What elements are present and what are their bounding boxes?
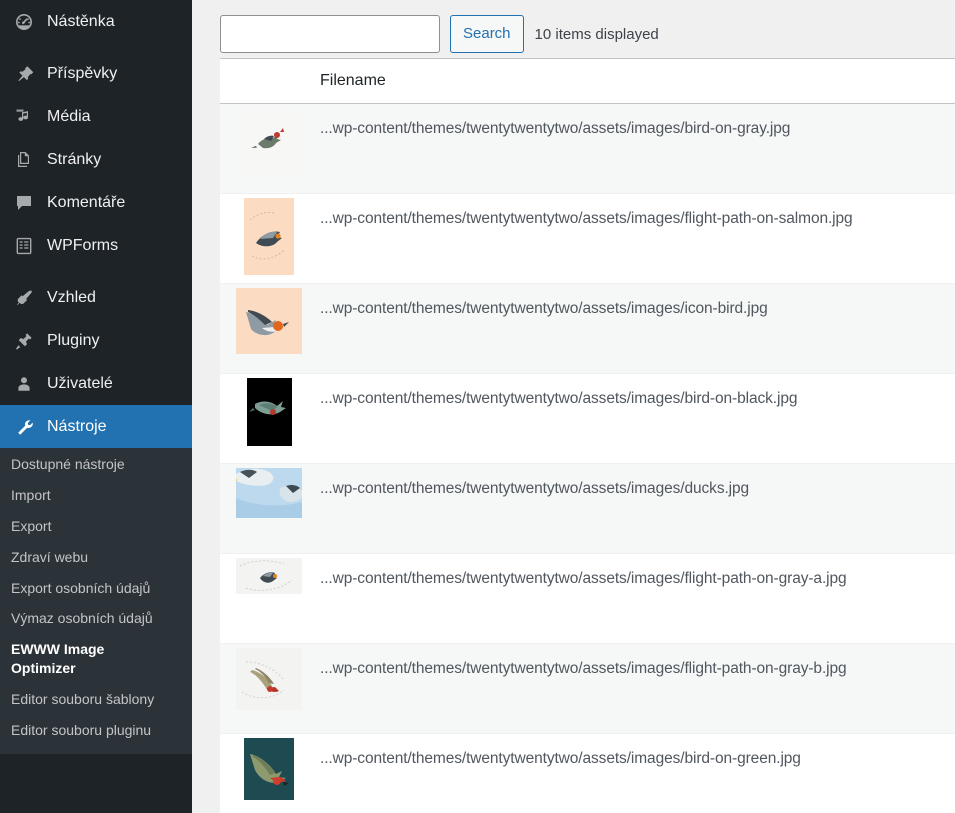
wpforms-icon xyxy=(11,235,36,257)
cell-filename: ...wp-content/themes/twentytwentytwo/ass… xyxy=(320,750,801,767)
cell-filename: ...wp-content/themes/twentytwentytwo/ass… xyxy=(320,120,791,137)
cell-thumbnail xyxy=(220,104,318,193)
submenu-item-zdrav-webu[interactable]: Zdraví webu xyxy=(0,542,192,573)
submenu-item-editor-souboru-pluginu[interactable]: Editor souboru pluginu xyxy=(0,715,192,746)
sidebar-item-wpforms[interactable]: WPForms xyxy=(0,224,192,267)
pages-icon xyxy=(11,149,36,171)
image-thumbnail xyxy=(236,108,302,174)
sidebar-item-label: Příspěvky xyxy=(47,64,118,82)
sidebar-item-label: Uživatelé xyxy=(47,374,113,392)
media-icon xyxy=(11,106,36,128)
table-header-filename: Filename xyxy=(320,72,386,89)
table-row[interactable]: ...wp-content/themes/twentytwentytwo/ass… xyxy=(220,644,955,734)
sidebar-item-label: Pluginy xyxy=(47,331,100,349)
submenu-item-dostupn-n-stroje[interactable]: Dostupné nástroje xyxy=(0,449,192,480)
cell-thumbnail xyxy=(220,374,318,463)
sidebar-item-koment-e[interactable]: Komentáře xyxy=(0,181,192,224)
sidebar-item-label: Média xyxy=(47,107,91,125)
sidebar-item-label: Stránky xyxy=(47,150,102,168)
table-row[interactable]: ...wp-content/themes/twentytwentytwo/ass… xyxy=(220,554,955,644)
cell-thumbnail xyxy=(220,734,318,813)
submenu-item-export-osobn-ch-daj-[interactable]: Export osobních údajů xyxy=(0,573,192,604)
sidebar-item-vzhled[interactable]: Vzhled xyxy=(0,276,192,319)
users-icon xyxy=(11,373,36,395)
sidebar-item-label: Nástroje xyxy=(47,417,107,435)
cell-thumbnail xyxy=(220,554,318,643)
submenu-item-editor-souboru-ablony[interactable]: Editor souboru šablony xyxy=(0,684,192,715)
main-content: Search 10 items displayed Filename ...wp… xyxy=(192,0,955,813)
sidebar-item-p-sp-vky[interactable]: Příspěvky xyxy=(0,52,192,95)
table-row[interactable]: ...wp-content/themes/twentytwentytwo/ass… xyxy=(220,194,955,284)
cell-thumbnail xyxy=(220,464,318,553)
sidebar-item-label: WPForms xyxy=(47,236,119,254)
sidebar-item-label: Vzhled xyxy=(47,288,96,306)
cell-thumbnail xyxy=(220,644,318,733)
submenu-item-ewww-image-optimizer[interactable]: EWWW Image Optimizer xyxy=(0,634,120,684)
table-row[interactable]: ...wp-content/themes/twentytwentytwo/ass… xyxy=(220,464,955,554)
table-body: ...wp-content/themes/twentytwentytwo/ass… xyxy=(220,104,955,813)
tools-submenu: Dostupné nástroje Import Export Zdraví webu… xyxy=(0,448,192,754)
comments-icon xyxy=(11,192,36,214)
admin-menu: Nástěnka Příspěvky Média Stránky Komentáře WP… xyxy=(0,0,192,448)
cell-filename: ...wp-content/themes/twentytwentytwo/ass… xyxy=(320,480,750,497)
images-table: Filename ...wp-content/themes/twentytwen… xyxy=(220,58,955,813)
plugins-icon xyxy=(11,330,36,352)
cell-filename: ...wp-content/themes/twentytwentytwo/ass… xyxy=(320,390,798,407)
image-thumbnail xyxy=(246,378,292,446)
wordpress-admin-screen: Nástěnka Příspěvky Média Stránky Komentáře WP… xyxy=(0,0,955,813)
search-input[interactable] xyxy=(220,15,440,53)
cell-filename: ...wp-content/themes/twentytwentytwo/ass… xyxy=(320,660,847,677)
sidebar-item-label: Nástěnka xyxy=(47,12,115,30)
cell-filename: ...wp-content/themes/twentytwentytwo/ass… xyxy=(320,300,768,317)
table-row[interactable]: ...wp-content/themes/twentytwentytwo/ass… xyxy=(220,374,955,464)
submenu-item-export[interactable]: Export xyxy=(0,511,192,542)
sidebar-item-n-stroje[interactable]: Nástroje xyxy=(0,405,192,448)
submenu-item-import[interactable]: Import xyxy=(0,480,192,511)
cell-filename: ...wp-content/themes/twentytwentytwo/ass… xyxy=(320,210,853,227)
table-header-row: Filename xyxy=(220,59,955,104)
sidebar-item-m-dia[interactable]: Média xyxy=(0,95,192,138)
table-row[interactable]: ...wp-content/themes/twentytwentytwo/ass… xyxy=(220,104,955,194)
submenu-item-v-maz-osobn-ch-daj-[interactable]: Výmaz osobních údajů xyxy=(0,603,192,634)
image-thumbnail xyxy=(236,288,302,354)
sidebar-item-n-st-nka[interactable]: Nástěnka xyxy=(0,0,192,43)
items-displayed-count: 10 items displayed xyxy=(534,25,659,43)
sidebar-item-label: Komentáře xyxy=(47,193,126,211)
appearance-icon xyxy=(11,287,36,309)
search-button[interactable]: Search xyxy=(450,15,524,53)
admin-sidebar: Nástěnka Příspěvky Média Stránky Komentáře WP… xyxy=(0,0,192,813)
sidebar-item-u-ivatel-[interactable]: Uživatelé xyxy=(0,362,192,405)
sidebar-item-str-nky[interactable]: Stránky xyxy=(0,138,192,181)
dashboard-icon xyxy=(11,11,36,33)
image-thumbnail xyxy=(236,648,302,710)
table-row[interactable]: ...wp-content/themes/twentytwentytwo/ass… xyxy=(220,284,955,374)
cell-filename: ...wp-content/themes/twentytwentytwo/ass… xyxy=(320,570,847,587)
sidebar-item-pluginy[interactable]: Pluginy xyxy=(0,319,192,362)
image-thumbnail xyxy=(244,738,294,800)
pin-icon xyxy=(11,63,36,85)
tools-icon xyxy=(11,416,36,438)
table-row[interactable]: ...wp-content/themes/twentytwentytwo/ass… xyxy=(220,734,955,813)
search-bar: Search 10 items displayed xyxy=(220,14,659,54)
image-thumbnail xyxy=(236,558,302,594)
image-thumbnail xyxy=(236,468,302,518)
image-thumbnail xyxy=(244,198,294,275)
cell-thumbnail xyxy=(220,194,318,283)
cell-thumbnail xyxy=(220,284,318,373)
